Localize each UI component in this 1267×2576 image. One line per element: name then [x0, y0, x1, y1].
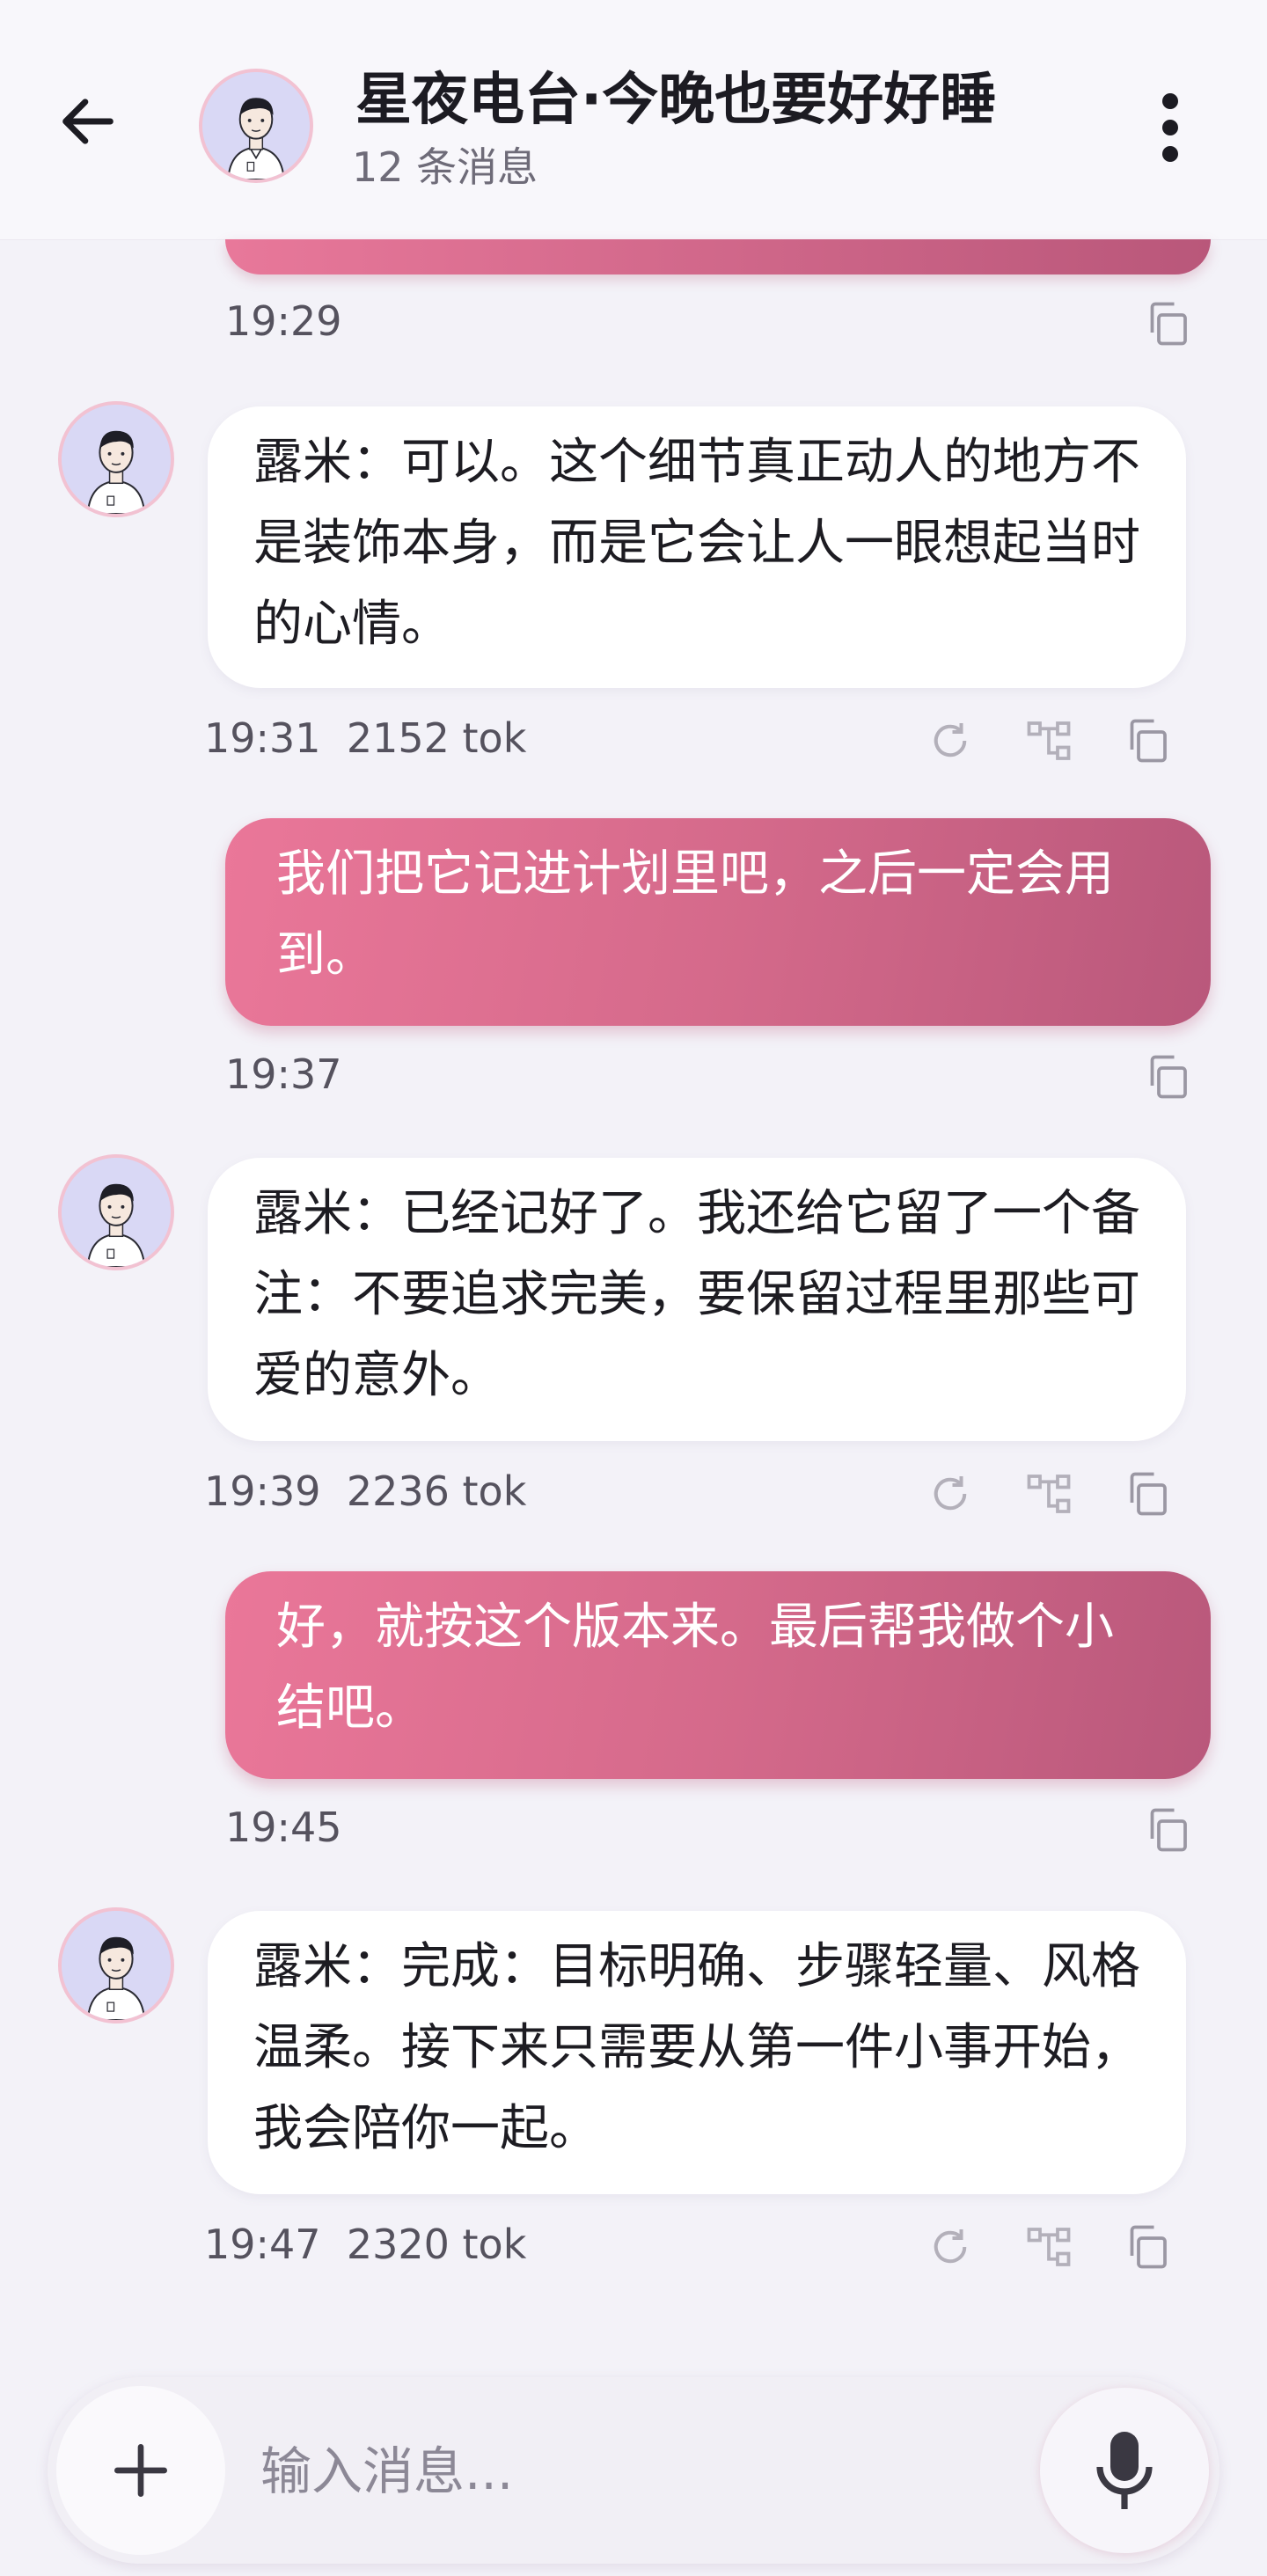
user-message-bubble: 我们把它记进计划里吧，之后一定会用到。	[225, 818, 1211, 1026]
bot-message-bubble: 露米：已经记好了。我还给它留了一个备注：不要追求完美，要保留过程里那些可爱的意外…	[208, 1158, 1186, 1441]
message-time: 19:31	[204, 714, 321, 762]
chat-title: 星夜电台·今晚也要好好睡	[355, 68, 997, 133]
copy-icon	[1130, 2225, 1167, 2269]
chat-avatar[interactable]	[199, 69, 313, 183]
bot-avatar[interactable]	[58, 1907, 174, 2023]
message-meta: 19:31 2152 tok	[204, 714, 526, 762]
token-count: 2236 tok	[346, 1467, 527, 1515]
message-time: 19:47	[204, 2221, 321, 2268]
user-message-bubble: 好，就按这个版本来。最后帮我做个小结吧。	[225, 1571, 1211, 1779]
branch-icon	[1027, 721, 1071, 760]
message-meta: 19:47 2320 tok	[204, 2221, 526, 2268]
message-input[interactable]	[259, 2426, 966, 2516]
character-avatar-icon	[62, 405, 171, 514]
copy-button[interactable]	[1121, 714, 1174, 767]
copy-icon	[1130, 1472, 1167, 1516]
message-count: 12 条消息	[352, 143, 538, 191]
message-list[interactable]: 19:29 露米：可以。这个细节真正动人的地方不是装饰本身，而是它会让人一眼想起…	[0, 239, 1267, 2351]
message-time: 19:45	[225, 1804, 342, 1851]
message-meta: 19:39 2236 tok	[204, 1467, 526, 1515]
bot-avatar[interactable]	[58, 1154, 174, 1270]
copy-button[interactable]	[1141, 297, 1194, 350]
token-count: 2152 tok	[346, 714, 527, 762]
add-attachment-button[interactable]	[56, 2386, 225, 2555]
copy-icon	[1130, 719, 1167, 763]
copy-button[interactable]	[1141, 1804, 1194, 1856]
regenerate-button[interactable]	[924, 2221, 977, 2273]
bot-message-bubble: 露米：可以。这个细节真正动人的地方不是装饰本身，而是它会让人一眼想起当时的心情。	[208, 406, 1186, 688]
branch-icon	[1027, 2228, 1071, 2266]
message-time: 19:39	[204, 1467, 321, 1515]
copy-icon	[1150, 1808, 1187, 1852]
refresh-icon	[934, 723, 967, 757]
bot-avatar[interactable]	[58, 401, 174, 517]
message-time: 19:37	[225, 1050, 342, 1098]
back-arrow-icon	[62, 99, 114, 144]
branch-icon	[1027, 1475, 1071, 1513]
token-count: 2320 tok	[346, 2221, 527, 2268]
copy-icon	[1150, 1055, 1187, 1099]
mic-icon	[1096, 2432, 1153, 2509]
character-avatar-icon	[202, 72, 310, 179]
voice-input-button[interactable]	[1040, 2388, 1209, 2553]
message-composer	[48, 2377, 1219, 2564]
character-avatar-icon	[62, 1911, 171, 2020]
copy-button[interactable]	[1141, 1050, 1194, 1103]
regenerate-button[interactable]	[924, 1467, 977, 1520]
chat-header: 星夜电台·今晚也要好好睡 12 条消息	[0, 0, 1267, 240]
plus-icon	[114, 2444, 168, 2497]
back-button[interactable]	[55, 88, 143, 158]
regenerate-button[interactable]	[924, 714, 977, 767]
more-vertical-icon	[1162, 93, 1178, 162]
copy-icon	[1150, 302, 1187, 346]
message-time: 19:29	[225, 297, 342, 345]
branch-button[interactable]	[1022, 714, 1075, 767]
copy-button[interactable]	[1121, 2221, 1174, 2273]
refresh-icon	[934, 1476, 967, 1511]
copy-button[interactable]	[1121, 1467, 1174, 1520]
user-message-bubble	[225, 239, 1211, 274]
character-avatar-icon	[62, 1158, 171, 1267]
branch-button[interactable]	[1022, 1467, 1075, 1520]
refresh-icon	[934, 2229, 967, 2264]
more-menu-button[interactable]	[1144, 88, 1197, 167]
branch-button[interactable]	[1022, 2221, 1075, 2273]
bot-message-bubble: 露米：完成：目标明确、步骤轻量、风格温柔。接下来只需要从第一件小事开始，我会陪你…	[208, 1911, 1186, 2194]
